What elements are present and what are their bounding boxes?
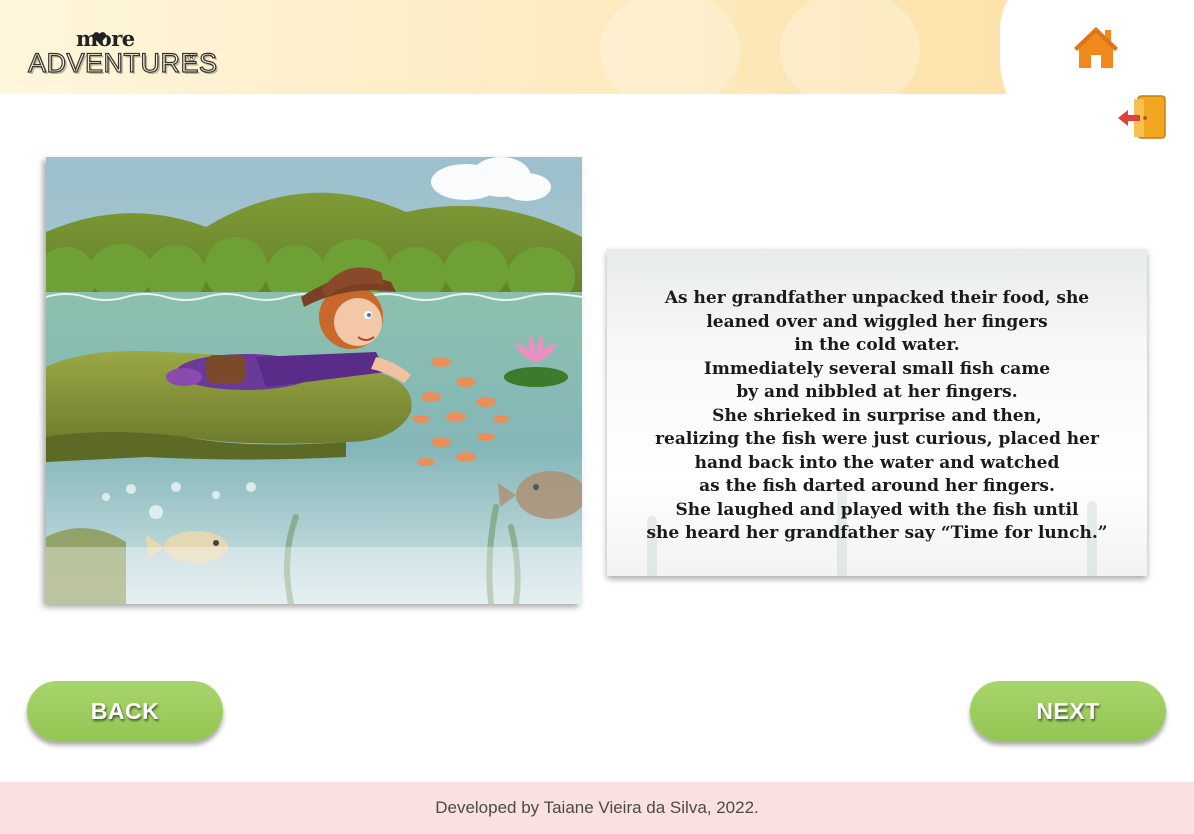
story-line: She laughed and played with the fish unt…: [675, 499, 1079, 520]
logo-registered-mark: ®: [186, 51, 197, 64]
story-line: hand back into the water and watched: [694, 452, 1060, 473]
app-logo: more ADVENTURES ®: [27, 26, 217, 82]
header-decoration: [780, 0, 920, 94]
footer: Developed by Taiane Vieira da Silva, 202…: [0, 782, 1194, 834]
story-line: realizing the fish were just curious, pl…: [655, 429, 1099, 449]
story-illustration: [46, 157, 582, 604]
story-line: She shrieked in surprise and then,: [712, 405, 1042, 426]
home-icon: [1074, 27, 1118, 68]
story-line: As her grandfather unpacked their food, …: [664, 288, 1090, 308]
story-line: leaned over and wiggled her fingers: [706, 311, 1048, 332]
heart-icon: [92, 32, 107, 44]
back-button-label: BACK: [90, 697, 160, 724]
header-decoration: [600, 0, 740, 94]
girl-fishing-picture: [46, 157, 582, 604]
story-line: Immediately several small fish came: [703, 358, 1051, 379]
top-header: more ADVENTURES ®: [0, 0, 1194, 94]
story-line: by and nibbled at her fingers.: [736, 382, 1018, 402]
home-button[interactable]: [1072, 24, 1120, 70]
story-line: as the fish darted around her fingers.: [699, 476, 1055, 496]
back-button[interactable]: BACK: [27, 681, 223, 741]
next-button[interactable]: NEXT: [970, 681, 1166, 741]
footer-credit: Developed by Taiane Vieira da Silva, 202…: [435, 798, 759, 817]
exit-button[interactable]: [1116, 94, 1168, 142]
story-line: she heard her grandfather say “Time for …: [646, 523, 1108, 543]
next-button-label: NEXT: [1036, 697, 1100, 724]
story-text: As her grandfather unpacked their food, …: [627, 287, 1127, 546]
story-text-card: As her grandfather unpacked their food, …: [607, 249, 1147, 576]
story-line: in the cold water.: [794, 335, 960, 355]
exit-door-icon: [1118, 95, 1166, 139]
